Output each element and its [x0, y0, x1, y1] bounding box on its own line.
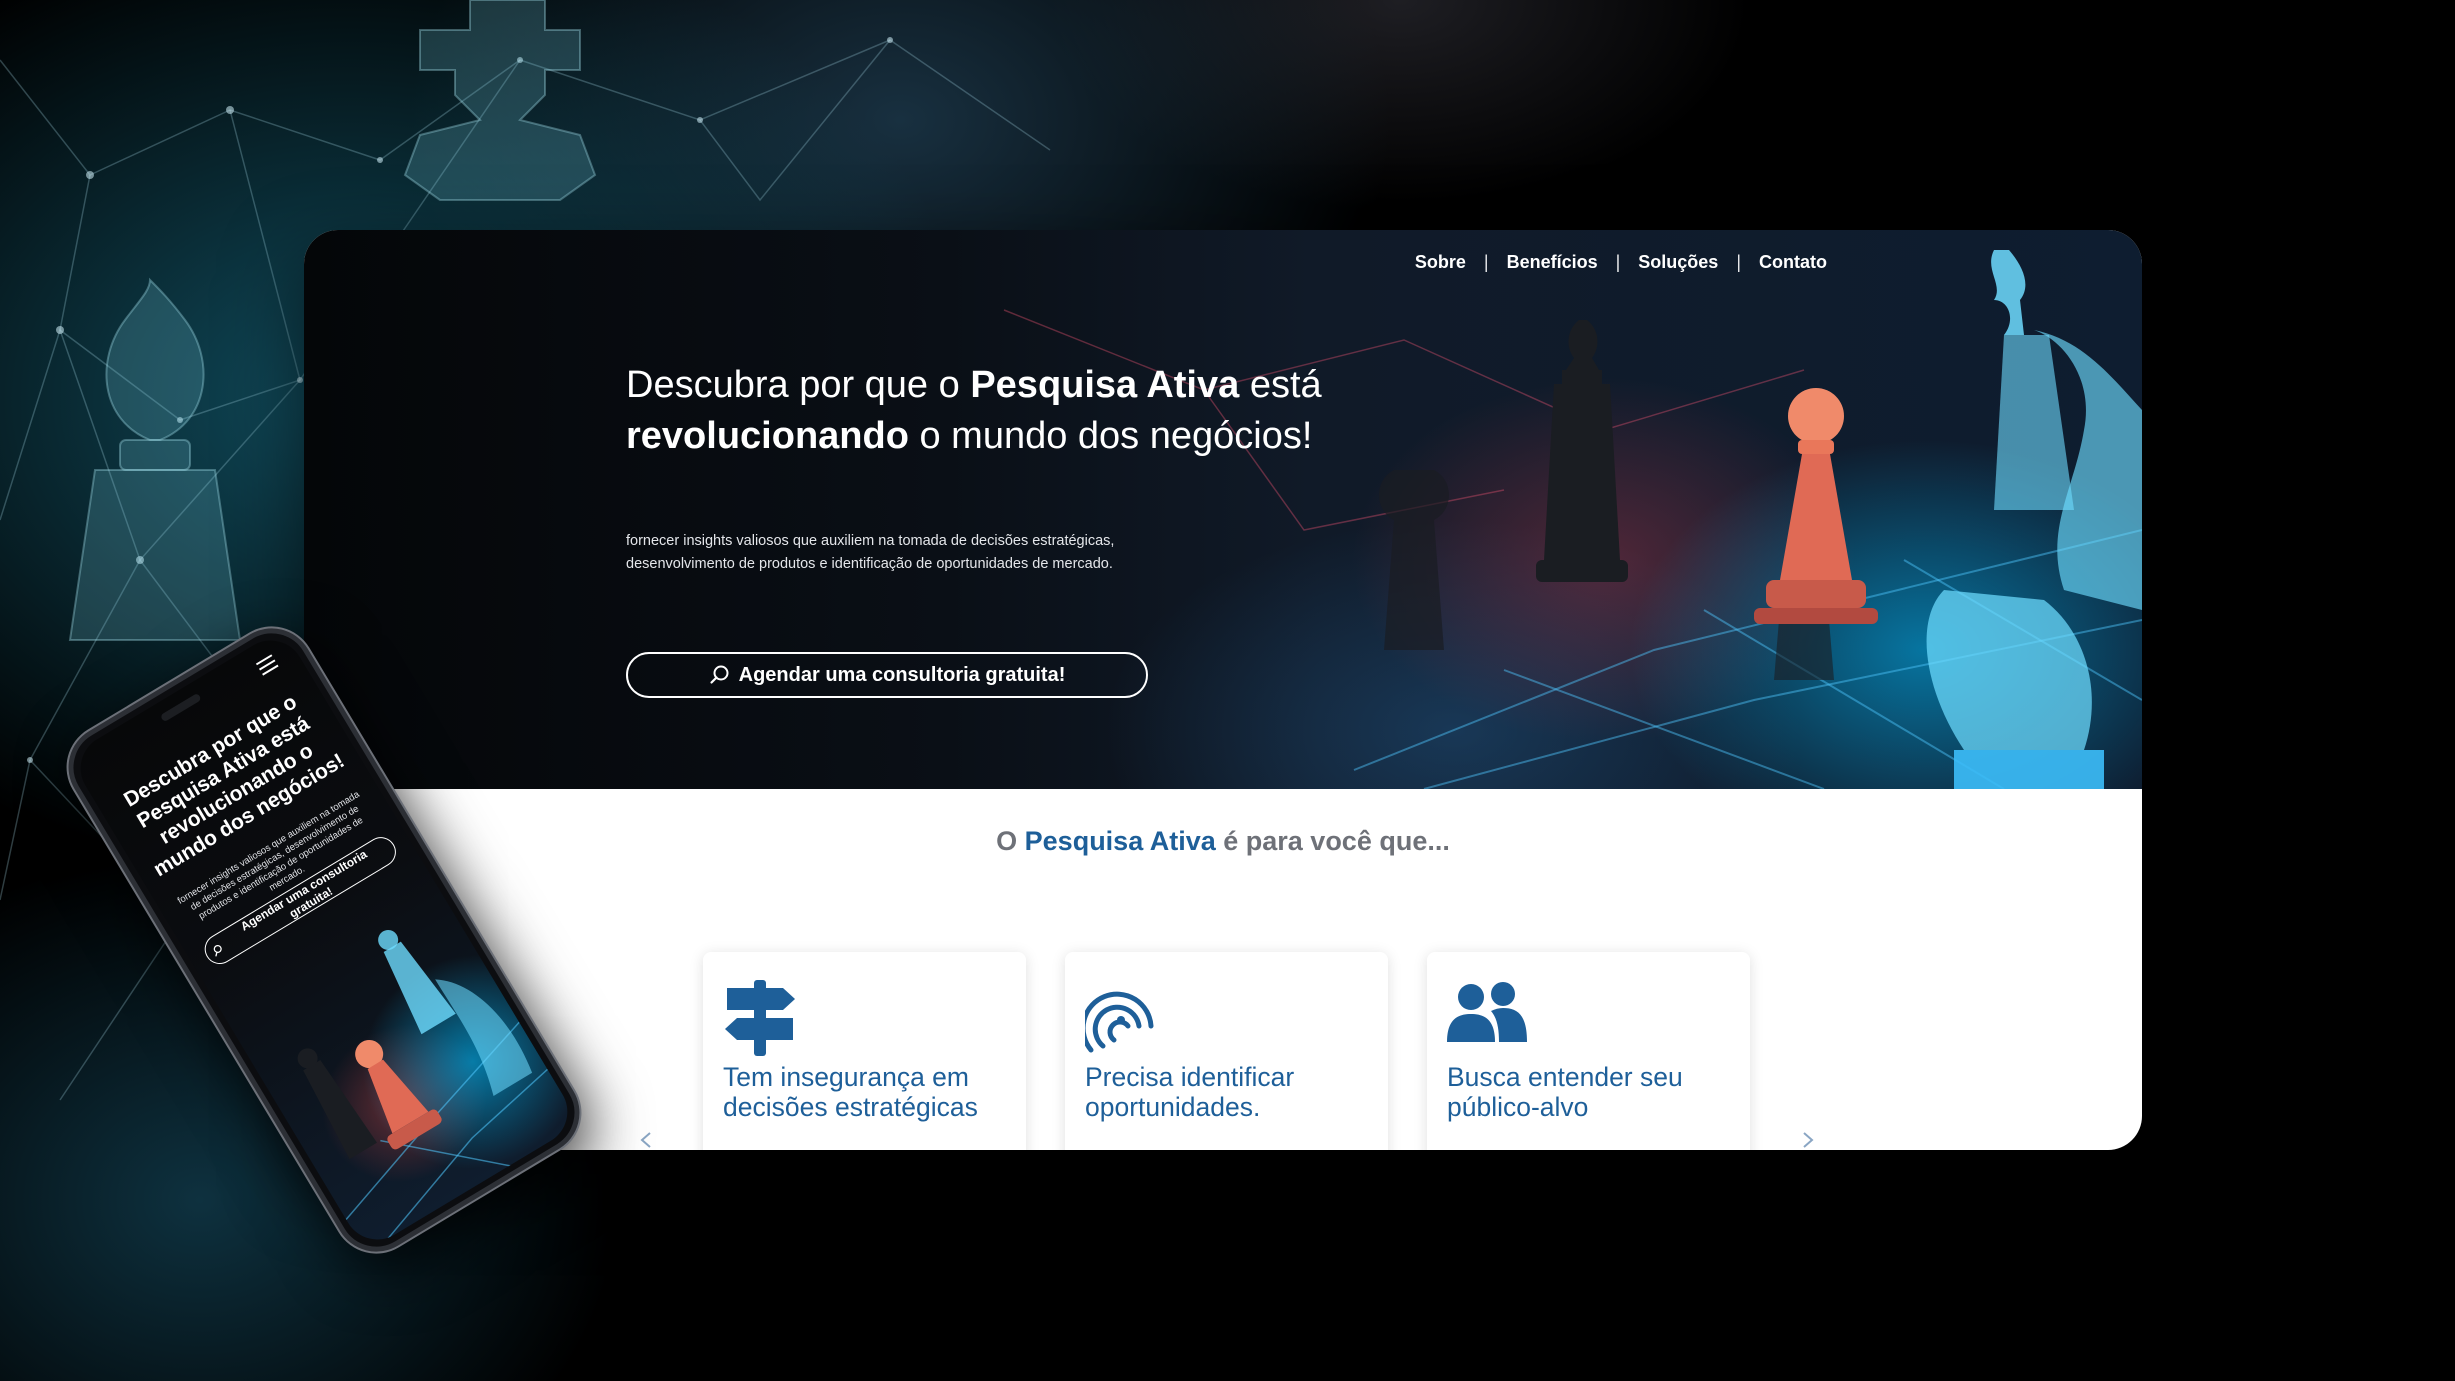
signpost-icon [725, 980, 795, 1056]
desktop-mockup: Sobre | Benefícios | Soluções | Contato … [304, 230, 2142, 1150]
brand-name: Pesquisa Ativa [970, 364, 1240, 406]
search-icon [710, 665, 729, 684]
top-nav: Sobre | Benefícios | Soluções | Contato [1415, 252, 1827, 273]
card-text: Precisa identificar oportunidades. [1085, 1062, 1295, 1122]
chevron-left-icon[interactable] [636, 1130, 656, 1150]
schedule-consultation-button[interactable]: Agendar uma consultoria gratuita! [626, 652, 1148, 698]
search-icon [213, 944, 222, 957]
users-icon [1447, 982, 1527, 1042]
nav-separator: | [1736, 252, 1742, 272]
nav-beneficios[interactable]: Benefícios [1507, 252, 1598, 273]
radar-icon [1085, 991, 1154, 1053]
chevron-right-icon[interactable] [1798, 1130, 1818, 1150]
brand-name: Pesquisa Ativa [1024, 826, 1216, 856]
nav-separator: | [1483, 252, 1489, 272]
hero-headline: Descubra por que o Pesquisa Ativa está r… [626, 364, 1322, 457]
hero-section: Sobre | Benefícios | Soluções | Contato … [304, 230, 2142, 789]
nav-contato[interactable]: Contato [1759, 252, 1827, 273]
card-text: Busca entender seu público-alvo [1447, 1062, 1683, 1122]
phone-camera [159, 692, 202, 723]
hamburger-icon[interactable] [255, 653, 280, 677]
headline-emphasis: revolucionando [626, 415, 909, 457]
nav-separator: | [1615, 252, 1621, 272]
section-title: O Pesquisa Ativa é para você que... [996, 826, 1450, 856]
card-strategic-decisions[interactable]: Tem insegurança em decisões estratégicas [703, 952, 1026, 1150]
card-opportunities[interactable]: Precisa identificar oportunidades. [1065, 952, 1388, 1150]
card-text: Tem insegurança em decisões estratégicas [723, 1062, 978, 1122]
nav-sobre[interactable]: Sobre [1415, 252, 1466, 273]
cta-label: Agendar uma consultoria gratuita! [738, 663, 1066, 686]
hero-subtitle: fornecer insights valiosos que auxiliem … [626, 533, 1115, 572]
card-target-audience[interactable]: Busca entender seu público-alvo [1427, 952, 1750, 1150]
chess-hero-illustration [1003, 250, 2142, 789]
nav-solucoes[interactable]: Soluções [1638, 252, 1718, 273]
